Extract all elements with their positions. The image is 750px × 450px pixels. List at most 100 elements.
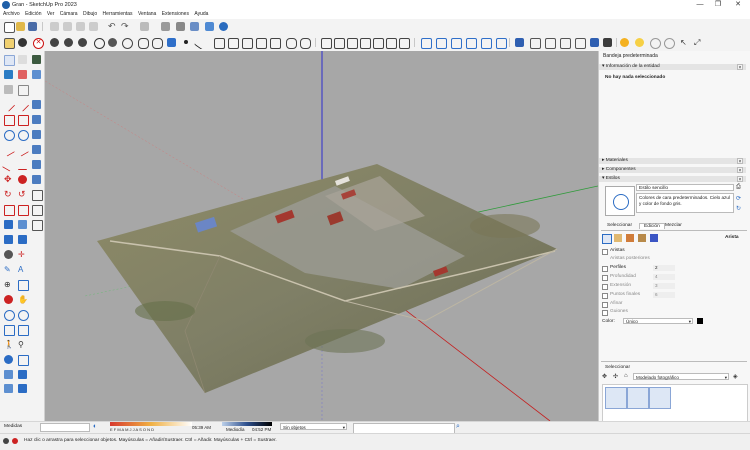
watermark-settings-icon[interactable] bbox=[638, 234, 646, 242]
styles-header[interactable]: ▾ Estilos × bbox=[599, 176, 746, 183]
credits-icon[interactable] bbox=[12, 438, 18, 444]
gear-icon[interactable] bbox=[18, 38, 27, 47]
color-dropdown[interactable]: Único ▾ bbox=[623, 318, 693, 324]
modeling-settings-icon[interactable] bbox=[650, 234, 658, 242]
style-name-field[interactable]: Estilo sencillo bbox=[636, 184, 734, 191]
component-icon[interactable] bbox=[50, 38, 59, 47]
hidden-line-icon[interactable] bbox=[466, 38, 477, 49]
color-swatch[interactable] bbox=[697, 318, 703, 324]
style-cube-icon-1[interactable] bbox=[515, 38, 524, 47]
cloud-icon[interactable] bbox=[138, 38, 149, 49]
geolocation-icon[interactable] bbox=[3, 438, 9, 444]
push-pull-icon[interactable] bbox=[32, 100, 41, 109]
sandbox-stamp-icon[interactable] bbox=[18, 370, 27, 379]
entity-info-header[interactable]: ▾ Información de la entidad × bbox=[599, 64, 746, 71]
render-icon[interactable] bbox=[78, 38, 87, 47]
offset-icon[interactable] bbox=[32, 130, 41, 139]
back-edges-icon[interactable] bbox=[436, 38, 447, 49]
section2-icon[interactable] bbox=[18, 280, 29, 291]
close-icon[interactable]: × bbox=[737, 64, 743, 71]
style-thumb-3[interactable] bbox=[649, 387, 671, 409]
style-description[interactable]: Colores de cara predeterminados. Cielo a… bbox=[636, 193, 734, 213]
puntos-checkbox[interactable] bbox=[602, 293, 608, 299]
puntos-value[interactable]: 6 bbox=[653, 292, 675, 298]
section-icon[interactable]: ⊕ bbox=[4, 280, 13, 289]
month-slider[interactable] bbox=[110, 422, 192, 426]
cloud-upload-icon[interactable] bbox=[286, 38, 297, 49]
walk-icon[interactable]: 🚶 bbox=[4, 340, 14, 349]
arc3-icon[interactable] bbox=[18, 160, 27, 170]
extension-icon[interactable] bbox=[190, 22, 199, 31]
line-tool-icon[interactable] bbox=[1, 98, 16, 112]
cloud-sync-icon[interactable] bbox=[300, 38, 311, 49]
create-style-icon[interactable]: ⟳ bbox=[736, 195, 742, 202]
trimble-connect-icon[interactable] bbox=[219, 22, 228, 31]
move2-icon[interactable] bbox=[18, 175, 27, 184]
shadow-toggle-icon[interactable]: ◐ bbox=[93, 423, 101, 431]
circle-icon[interactable] bbox=[4, 130, 15, 141]
monochrome-icon[interactable] bbox=[108, 38, 117, 47]
sun-icon[interactable] bbox=[620, 38, 629, 47]
look-around-icon[interactable] bbox=[4, 355, 13, 364]
dimension-icon[interactable] bbox=[18, 235, 27, 244]
close-button[interactable]: ✕ bbox=[731, 1, 745, 9]
tape-measure-icon[interactable] bbox=[4, 235, 13, 244]
group-icon[interactable] bbox=[64, 38, 73, 47]
pencil-icon[interactable] bbox=[15, 98, 30, 112]
menu-edicion[interactable]: Edición bbox=[25, 10, 41, 19]
perfiles-checkbox[interactable] bbox=[602, 266, 608, 272]
aristas-checkbox[interactable] bbox=[602, 249, 608, 255]
edge-settings-icon[interactable] bbox=[602, 234, 612, 244]
measure-icon[interactable]: ⤢ bbox=[694, 38, 703, 47]
collection-dropdown[interactable]: Modelado fotográfico ▾ bbox=[633, 373, 729, 380]
cube-icon-4[interactable] bbox=[256, 38, 267, 49]
front-view-icon[interactable] bbox=[347, 38, 358, 49]
wireframe-icon[interactable] bbox=[451, 38, 462, 49]
cloud-download-icon[interactable] bbox=[152, 38, 163, 49]
cube-icon-3[interactable] bbox=[242, 38, 253, 49]
viewport[interactable] bbox=[45, 51, 598, 421]
paint-bucket-icon[interactable] bbox=[4, 70, 13, 79]
protractor-icon[interactable] bbox=[4, 250, 13, 259]
orbit-icon[interactable] bbox=[4, 295, 13, 304]
profundidad-checkbox[interactable] bbox=[602, 275, 608, 281]
style-thumb-2[interactable] bbox=[627, 387, 649, 409]
bottom-view-icon[interactable] bbox=[399, 38, 410, 49]
undo-icon[interactable]: ↶ bbox=[108, 22, 117, 31]
style-cube-icon-4[interactable] bbox=[560, 38, 571, 49]
model-info-icon[interactable] bbox=[161, 22, 170, 31]
forward-icon[interactable]: ✣ bbox=[613, 373, 620, 380]
rotate2-icon[interactable]: ↺ bbox=[18, 190, 27, 199]
menu-archivo[interactable]: Archivo bbox=[3, 10, 20, 19]
select-arrow-icon[interactable]: ↖ bbox=[680, 38, 689, 47]
stop-icon[interactable]: ✕ bbox=[33, 38, 44, 49]
position-camera-icon[interactable]: ⚲ bbox=[18, 340, 27, 349]
details-icon[interactable]: ◈ bbox=[733, 373, 740, 380]
cube-tool-icon[interactable] bbox=[32, 70, 41, 79]
style-thumbnail[interactable] bbox=[605, 186, 635, 216]
zoom-window-icon[interactable] bbox=[18, 310, 29, 321]
cube-icon-2[interactable] bbox=[228, 38, 239, 49]
sandbox-smoove-icon[interactable] bbox=[4, 370, 13, 379]
menu-ventana[interactable]: Ventana bbox=[138, 10, 156, 19]
layout-icon[interactable] bbox=[167, 38, 176, 47]
polygon-icon[interactable] bbox=[18, 130, 29, 141]
style-cube-icon-5[interactable] bbox=[575, 38, 586, 49]
eraser-icon[interactable] bbox=[18, 70, 27, 79]
print-icon[interactable] bbox=[140, 22, 149, 31]
map-icon[interactable] bbox=[32, 55, 41, 64]
sandbox-icon[interactable] bbox=[32, 175, 41, 184]
sandbox-drape-icon[interactable] bbox=[4, 384, 13, 393]
folder-icon[interactable] bbox=[4, 38, 15, 49]
print-icon[interactable]: ⎙ bbox=[736, 184, 742, 190]
extension-warehouse-icon[interactable] bbox=[205, 22, 214, 31]
close-icon[interactable]: × bbox=[737, 167, 743, 174]
stamp-icon[interactable] bbox=[32, 190, 43, 201]
face-settings-icon[interactable] bbox=[614, 234, 622, 242]
drape-icon[interactable] bbox=[32, 205, 43, 216]
section-fill-icon[interactable] bbox=[18, 355, 29, 366]
intersect-icon[interactable] bbox=[32, 145, 41, 154]
search-icon[interactable]: ⌕ bbox=[456, 423, 466, 432]
arc-icon[interactable] bbox=[2, 143, 15, 157]
style-cube-icon-7[interactable] bbox=[603, 38, 612, 47]
